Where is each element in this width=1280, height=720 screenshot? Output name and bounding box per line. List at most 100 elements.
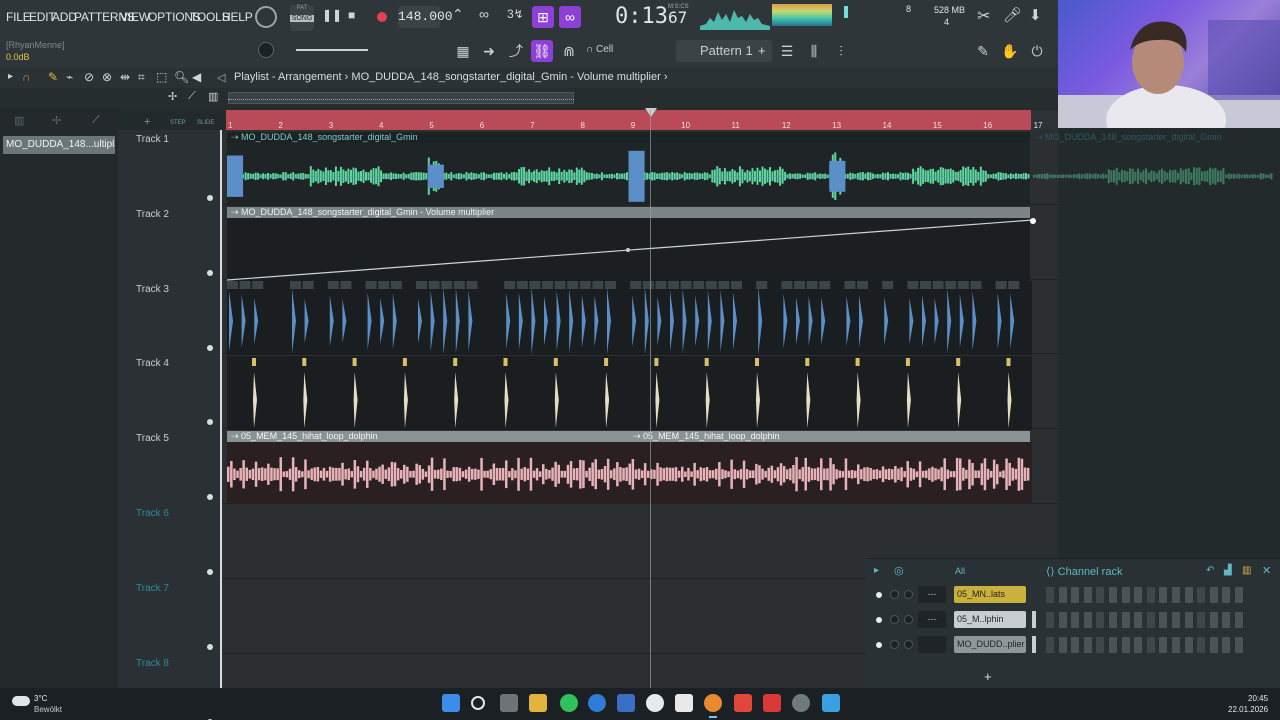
start-icon[interactable] [442, 694, 460, 712]
channel-led[interactable] [876, 592, 882, 598]
channel-led[interactable] [876, 617, 882, 623]
step-button[interactable] [1222, 587, 1231, 603]
step-edit-icon[interactable]: 3↯ [507, 7, 524, 21]
picker-move-icon[interactable]: ✢ [52, 114, 61, 127]
channel-select-bar[interactable] [1032, 586, 1036, 603]
step-button[interactable] [1209, 637, 1218, 653]
step-button[interactable] [1146, 637, 1155, 653]
track3-clips[interactable] [227, 281, 1032, 355]
pat-song-switch[interactable]: PAT SONG [290, 5, 314, 31]
step-button[interactable] [1134, 637, 1143, 653]
search-icon[interactable] [471, 696, 485, 710]
step-button[interactable] [1109, 587, 1117, 603]
step-button[interactable] [1058, 637, 1067, 653]
draw-curve-icon[interactable]: ⟋ [188, 90, 196, 103]
stop-icon[interactable]: ■ [348, 8, 355, 22]
channel-select-bar[interactable] [1032, 611, 1036, 628]
step-button[interactable] [1197, 637, 1206, 653]
typing-keyboard-icon[interactable]: ⊞ [532, 6, 554, 28]
step-button[interactable] [1046, 637, 1054, 653]
track-mute-dot[interactable] [207, 195, 213, 201]
delete-tool-icon[interactable]: ⊘ [84, 70, 94, 84]
step-button[interactable] [1134, 612, 1143, 628]
edge-icon[interactable] [588, 694, 606, 712]
picker-curve-icon[interactable]: ⟋ [92, 114, 100, 127]
step-button[interactable] [1083, 637, 1092, 653]
track-label[interactable]: Track 8 [136, 658, 169, 669]
step-button[interactable] [1197, 612, 1206, 628]
rack-undo-icon[interactable]: ↶ [1206, 565, 1214, 576]
step-button[interactable] [1159, 637, 1168, 653]
magnet-icon[interactable]: ⋒ [558, 40, 580, 62]
horizontal-scrollbar[interactable] [228, 92, 574, 104]
mixer-icon[interactable]: ⫼ [803, 40, 825, 62]
brave-icon[interactable] [734, 694, 752, 712]
mic-icon[interactable]: 🎤︎ [1003, 6, 1022, 24]
track-mute-dot[interactable] [207, 344, 213, 351]
piano-icon[interactable]: ▦ [452, 40, 474, 62]
step-button[interactable] [1222, 612, 1231, 628]
capcut-icon[interactable] [675, 694, 693, 712]
photos-icon[interactable] [822, 694, 840, 712]
step-button[interactable] [1071, 612, 1080, 628]
download-icon[interactable]: ⬇ [1029, 6, 1042, 24]
step-button[interactable] [1083, 612, 1092, 628]
picker-selected-clip[interactable]: MO_DUDDA_148...ultiplier [3, 136, 115, 154]
step-button[interactable] [1159, 612, 1168, 628]
play-arrow-icon[interactable]: ▸ [8, 71, 13, 82]
step-button[interactable] [1058, 587, 1067, 603]
playback-tool-icon[interactable]: ◀ [192, 70, 201, 84]
arrow-right-icon[interactable]: ➜ [478, 40, 500, 62]
step-button[interactable] [1184, 587, 1193, 603]
step-button[interactable] [1058, 612, 1067, 628]
track1-clip-header[interactable]: ⇢ MO_DUDDA_148_songstarter_digital_Gmin [227, 132, 1030, 143]
channel-rack-icon[interactable]: ⫶ [830, 40, 852, 62]
picker-grid-icon[interactable]: ▥ [14, 114, 24, 127]
rack-expand-icon[interactable]: ▸ [874, 565, 879, 576]
menu-view[interactable]: VIEW [120, 10, 150, 24]
step-button[interactable] [1184, 612, 1193, 628]
playlist-icon[interactable]: ☰ [776, 40, 798, 62]
blend-notes-icon[interactable]: ∞ [559, 6, 581, 28]
playhead-marker[interactable] [645, 108, 657, 117]
channel-pan-knob[interactable] [890, 615, 899, 624]
wps-icon[interactable] [763, 694, 781, 712]
record-icon[interactable] [377, 12, 387, 22]
master-pitch-knob[interactable] [258, 42, 274, 58]
whatsapp-icon[interactable] [560, 694, 578, 712]
step-button[interactable] [1071, 637, 1080, 653]
step-button[interactable] [1046, 587, 1054, 603]
plugin-picker-icon[interactable]: ✎ [972, 40, 994, 62]
step-button[interactable] [1109, 612, 1117, 628]
channel-mixer-track[interactable]: --- [918, 611, 946, 628]
channel-select-bar[interactable] [1032, 636, 1036, 653]
track-label[interactable]: Track 5 [136, 433, 169, 444]
step-button[interactable] [1096, 612, 1105, 628]
step-button[interactable] [1209, 587, 1218, 603]
track2-automation-curve[interactable] [227, 218, 1037, 282]
track-label[interactable]: Track 3 [136, 284, 169, 295]
channel-mixer-track[interactable] [918, 636, 946, 653]
step-button[interactable] [1184, 637, 1193, 653]
track-label[interactable]: Track 4 [136, 358, 169, 369]
track-mute-dot[interactable] [207, 643, 213, 650]
channel-pan-knob[interactable] [890, 640, 899, 649]
word-icon[interactable] [617, 694, 635, 712]
step-button[interactable] [1222, 637, 1231, 653]
file-explorer-icon[interactable] [529, 694, 547, 712]
step-button[interactable] [1121, 612, 1130, 628]
step-move-icon[interactable]: ✢ [168, 90, 177, 103]
pencil-curve-icon[interactable]: ⤴ [505, 40, 527, 62]
slip-tool-icon[interactable]: ⇹ [120, 70, 130, 84]
menu-help[interactable]: HELP [222, 10, 253, 24]
step-button[interactable] [1197, 587, 1206, 603]
track-label[interactable]: Track 1 [136, 134, 169, 145]
step-button[interactable] [1083, 587, 1092, 603]
master-volume-knob[interactable] [255, 6, 277, 28]
loop-record-icon[interactable]: ∞ [479, 6, 489, 22]
step-button[interactable] [1235, 587, 1243, 603]
rack-filter[interactable]: All [955, 566, 965, 576]
metronome-icon[interactable]: ⌃ [452, 6, 464, 23]
breadcrumb-root[interactable]: Playlist - Arrangement [234, 71, 342, 83]
step-button[interactable] [1121, 587, 1130, 603]
